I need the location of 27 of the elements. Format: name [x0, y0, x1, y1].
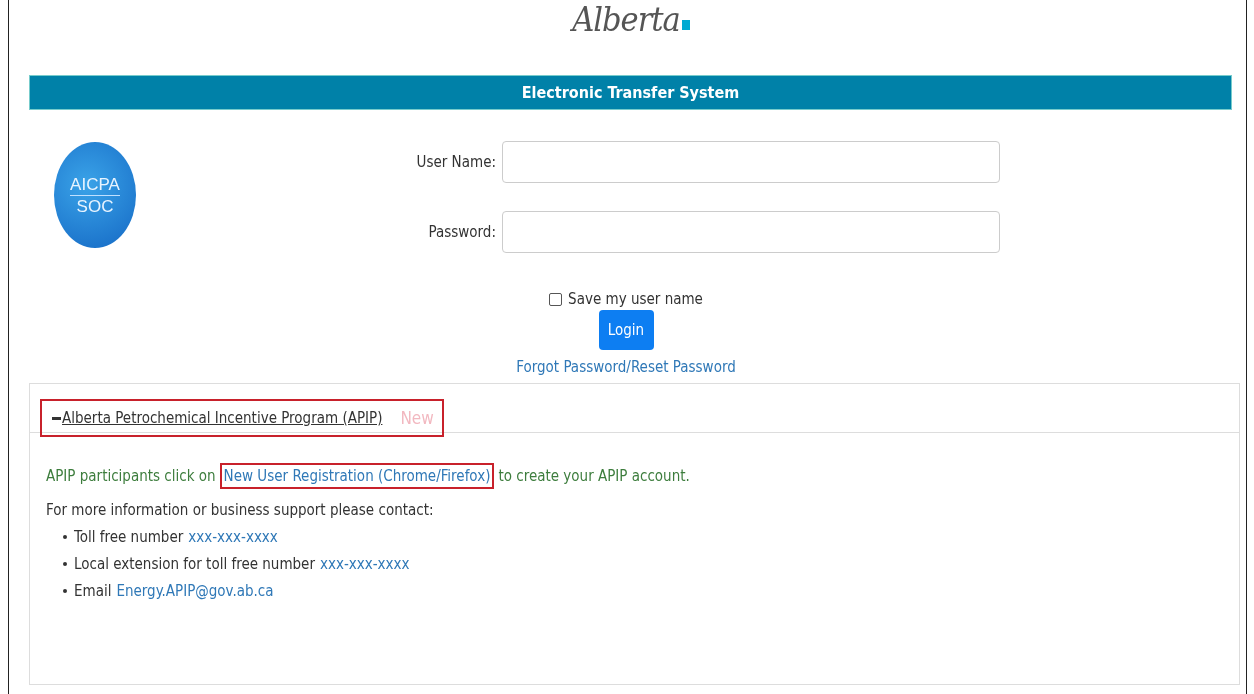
login-button[interactable]: Login	[598, 310, 654, 350]
bullet-icon	[63, 534, 67, 539]
contact-label: Local extension for toll free number	[74, 554, 315, 573]
badge-text: AICPA	[70, 174, 120, 194]
username-field[interactable]	[502, 141, 1000, 183]
new-tag: New	[400, 408, 434, 428]
intro-text: APIP participants click on	[46, 467, 216, 485]
contact-link[interactable]: xxx-xxx-xxxx	[319, 554, 410, 573]
checkbox-label: Save my user name	[568, 290, 703, 308]
contact-label: Toll free number	[74, 527, 184, 546]
alberta-logo: Alberta	[572, 0, 690, 38]
contact-heading: For more information or business support please contact:	[46, 501, 435, 519]
badge-text: SOC	[76, 196, 114, 216]
contact-link[interactable]: Energy.APIP@gov.ab.ca	[116, 581, 274, 600]
field-label: User Name:	[415, 153, 496, 171]
registration-link[interactable]: New User Registration (Chrome/Firefox)	[219, 463, 495, 489]
intro-text: to create your APIP account.	[498, 467, 690, 485]
field-label: Password:	[427, 223, 496, 241]
forgot-password-link[interactable]: Forgot Password/Reset Password	[516, 358, 736, 376]
checkbox[interactable]	[549, 292, 563, 306]
section-title-link[interactable]: Alberta Petrochemical Incentive Program (APIP)	[62, 409, 383, 427]
bullet-icon	[63, 588, 67, 593]
title-banner: Electronic Transfer System	[29, 75, 1232, 110]
contact-link[interactable]: xxx-xxx-xxxx	[188, 527, 278, 546]
contact-label: Email	[74, 581, 112, 600]
password-field[interactable]	[502, 211, 1000, 253]
bullet-icon	[63, 561, 67, 566]
